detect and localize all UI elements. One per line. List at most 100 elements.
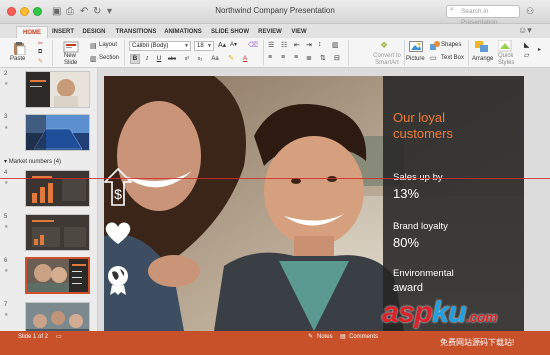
font-color-icon[interactable]: A [240,54,250,64]
shape-fill-icon[interactable]: ◣ [524,41,529,49]
new-slide-button[interactable]: New Slide [64,53,84,66]
transition-star-icon: ★ [4,180,9,186]
feedback-smile-icon[interactable]: ☺▾ [518,25,532,36]
alignment-guide [0,178,550,179]
align-text-icon[interactable]: ⊟ [334,54,340,62]
font-size-value: 18 [197,43,204,49]
transition-star-icon: ★ [4,312,9,318]
quick-styles-icon[interactable] [498,40,512,52]
slide-thumbnail-image [26,171,89,206]
tab-design[interactable]: DESIGN [80,26,108,38]
slide-thumbnail[interactable] [25,302,90,331]
bullets-icon[interactable]: ☰ [268,41,274,49]
powerpoint-window: ▣ ⎙ ↶ ↻ ▾ Northwind Company Presentation… [0,0,550,355]
section-button[interactable]: Section [99,55,119,61]
spelling-icon[interactable]: ▭ [56,333,62,341]
paste-button[interactable]: Paste [10,56,25,62]
tab-home[interactable]: HOME [16,26,48,38]
text-direction-icon[interactable]: ⇅ [320,54,326,62]
copy-icon[interactable]: ⧉ [38,49,42,56]
new-slide-icon[interactable] [63,41,79,53]
slide-thumbnail[interactable] [25,114,90,151]
stat-label[interactable]: Environmental [393,268,454,279]
subscript-icon[interactable]: x₂ [195,54,205,64]
slide-thumbnail[interactable] [25,71,90,108]
slides-panel: 2 ★ 3 ★ ▾ Market numbers (4) 4 ★ 5 ★ 6 ★… [0,68,98,331]
superscript-icon[interactable]: x² [182,54,192,64]
layout-button[interactable]: Layout [99,42,117,48]
notes-button[interactable]: Notes [317,333,333,341]
stat-value[interactable]: award [393,281,423,295]
search-input[interactable]: Search in Presentation [446,5,520,26]
tab-insert[interactable]: INSERT [50,26,76,38]
decrease-indent-icon[interactable]: ⇤ [294,41,300,49]
tab-animations[interactable]: ANIMATIONS [162,26,204,38]
watermark-logo: aspku.com [382,296,497,330]
strikethrough-icon[interactable]: abc [167,54,177,64]
align-center-icon[interactable]: ≡ [281,54,285,61]
stat-label[interactable]: Brand loyalty [393,221,448,232]
italic-icon[interactable]: I [142,54,152,64]
ribbon-separator [404,40,405,66]
text-box-button[interactable]: Text Box [441,55,464,61]
paste-icon[interactable] [12,41,26,55]
numbering-icon[interactable]: ☷ [281,41,287,49]
stat-value[interactable]: 80% [393,236,419,250]
picture-button[interactable]: Picture [406,56,425,62]
shapes-button[interactable]: Shapes [441,42,461,48]
arrange-icon[interactable] [475,41,489,52]
slide-thumbnail[interactable] [25,170,90,207]
convert-to-smartart-button[interactable]: Convert to SmartArt [369,53,405,66]
cut-icon[interactable]: ✂ [38,40,43,47]
stat-value[interactable]: 13% [393,187,419,201]
current-slide[interactable]: Our loyal customers Sales up by 13% $ Br… [104,76,524,331]
highlight-icon[interactable]: ✎ [226,54,236,64]
smartart-icon[interactable]: ❖ [380,40,388,51]
comments-button[interactable]: Comments [349,333,378,341]
justify-icon[interactable]: ≣ [306,54,312,62]
slide-thumbnail-image [27,259,88,292]
slide-thumbnail-selected[interactable] [25,257,90,294]
shrink-font-icon[interactable]: A▾ [230,41,237,48]
bold-icon[interactable]: B [130,54,140,64]
font-name-select[interactable]: Calibri (Body) ▼ [129,41,191,51]
columns-icon[interactable]: ▥ [332,41,339,49]
award-globe-icon [108,266,128,295]
underline-icon[interactable]: U [154,54,164,64]
tab-transitions[interactable]: TRANSITIONS [114,26,158,38]
slide-number: 5 [4,214,8,220]
ribbon-tabs: HOME INSERT DESIGN TRANSITIONS ANIMATION… [0,24,550,38]
comments-icon[interactable]: ▤ [340,333,346,341]
change-case-icon[interactable]: Aa [210,54,220,64]
arrange-button[interactable]: Arrange [472,56,493,62]
font-size-select[interactable]: 18 ▼ [194,41,214,51]
section-name: Market numbers (4) [8,159,62,165]
tab-review[interactable]: REVIEW [256,26,284,38]
slide-title[interactable]: Our loyal customers [393,110,513,142]
quick-styles-button[interactable]: Quick Styles [498,53,514,66]
clear-formatting-icon[interactable]: ⌫ [248,41,258,49]
picture-icon[interactable] [409,41,423,52]
line-spacing-icon[interactable]: ↕ [318,41,322,48]
shape-outline-icon[interactable]: ▱ [524,51,529,59]
ribbon-separator [468,40,469,66]
font-name-value: Calibri (Body) [132,43,169,49]
tab-slide-show[interactable]: SLIDE SHOW [208,26,252,38]
tab-view[interactable]: VIEW [288,26,310,38]
slide-number: 2 [4,71,8,77]
notes-icon[interactable]: ✎ [308,333,313,341]
increase-indent-icon[interactable]: ⇥ [306,41,312,49]
align-right-icon[interactable]: ≡ [294,54,298,61]
title-bar: ▣ ⎙ ↶ ↻ ▾ Northwind Company Presentation… [0,0,550,26]
slide-thumbnail[interactable] [25,214,90,251]
ribbon-overflow-icon[interactable]: ▸ [538,46,541,53]
shapes-icon[interactable] [430,41,440,51]
align-left-icon[interactable]: ≡ [268,54,272,61]
grow-font-icon[interactable]: A▴ [218,41,226,49]
section-header[interactable]: ▾ Market numbers (4) [4,158,61,165]
account-icon[interactable]: ⚇ [526,6,534,17]
chevron-down-icon: ▼ [207,43,212,49]
slide-thumbnail-image [26,303,89,331]
format-painter-icon[interactable]: ✎ [38,58,43,65]
ribbon-separator [52,40,53,66]
